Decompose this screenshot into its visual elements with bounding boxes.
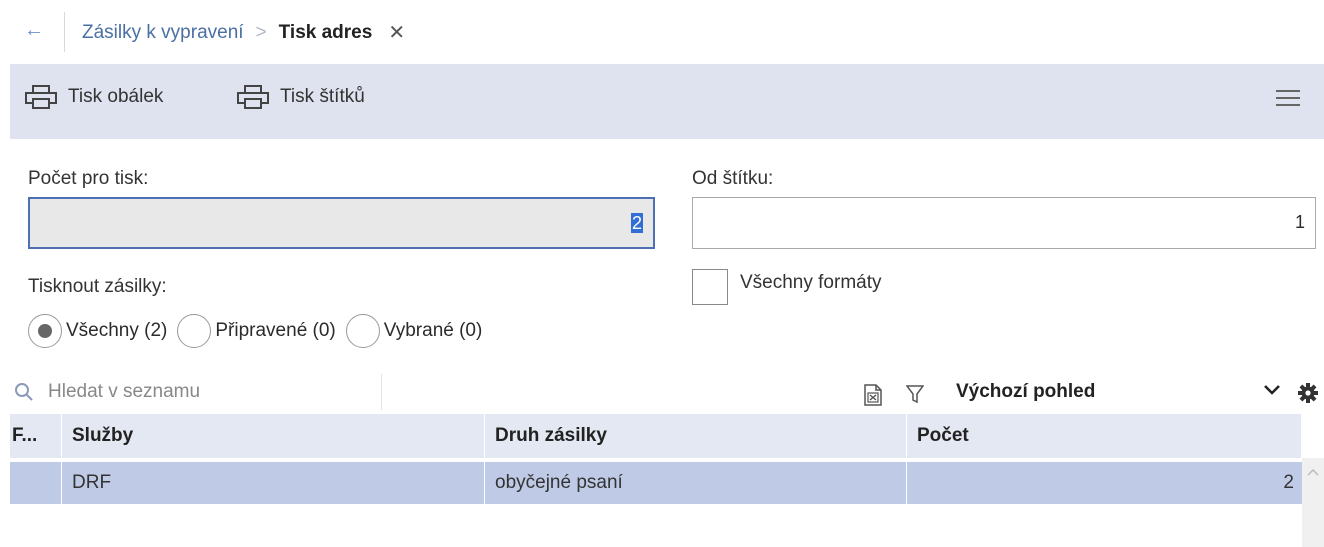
gear-icon[interactable] [1297, 382, 1319, 404]
back-arrow-icon[interactable]: ← [24, 19, 44, 42]
count-value: 2 [630, 213, 643, 233]
search-input[interactable] [48, 381, 348, 403]
scroll-up-icon[interactable] [1307, 468, 1319, 476]
radio-selected[interactable]: Vybrané (0) [345, 314, 483, 348]
column-header-f[interactable]: F... [10, 414, 62, 458]
printer-icon [25, 85, 57, 109]
radio-selected-label: Vybrané (0) [383, 320, 483, 341]
search-box [10, 374, 382, 410]
from-label-input[interactable]: 1 [692, 197, 1316, 249]
cell-f [10, 462, 62, 504]
from-label-value: 1 [1294, 212, 1305, 232]
filter-icon[interactable] [906, 384, 924, 404]
hamburger-menu-icon[interactable] [1276, 88, 1300, 108]
grid-header: F... Služby Druh zásilky Počet [10, 414, 1302, 458]
radio-prepared-label: Připravené (0) [215, 320, 336, 341]
cell-count: 2 [1283, 472, 1294, 493]
breadcrumb-bar: ← Zásilky k vypravení > Tisk adres ✕ [0, 0, 1324, 64]
radio-prepared[interactable]: Připravené (0) [177, 314, 336, 348]
column-header-count[interactable]: Počet [907, 414, 1302, 458]
radio-selected-circle[interactable] [345, 314, 380, 348]
breadcrumb: Zásilky k vypravení > Tisk adres ✕ [82, 20, 405, 45]
column-header-shipment-type[interactable]: Druh zásilky [485, 414, 907, 458]
table-row[interactable]: DRF obyčejné psaní 2 [10, 462, 1302, 504]
print-envelopes-button[interactable]: Tisk obálek [24, 84, 163, 110]
breadcrumb-separator: > [255, 21, 267, 43]
printer-icon [237, 85, 269, 109]
breadcrumb-divider [64, 12, 65, 52]
print-envelopes-label: Tisk obálek [68, 86, 164, 107]
radio-all[interactable]: Všechny (2) [28, 314, 167, 348]
all-formats-label: Všechny formáty [740, 272, 882, 293]
from-label-label: Od štítku: [692, 168, 774, 189]
toolbar: Tisk obálek Tisk štítků [10, 64, 1324, 139]
page-title: Tisk adres [278, 21, 373, 43]
print-items-radio-group: Všechny (2) Připravené (0) Vybrané (0) [28, 313, 492, 349]
view-select[interactable]: Výchozí pohled [942, 372, 1290, 412]
count-label: Počet pro tisk: [28, 168, 149, 189]
print-labels-label: Tisk štítků [280, 86, 365, 107]
cell-services: DRF [62, 462, 485, 504]
close-icon[interactable]: ✕ [388, 20, 405, 45]
radio-all-circle[interactable] [28, 314, 62, 348]
cell-shipment-type: obyčejné psaní [485, 462, 907, 504]
radio-prepared-circle[interactable] [177, 314, 212, 348]
breadcrumb-parent-link[interactable]: Zásilky k vypravení [82, 22, 244, 44]
search-icon [15, 383, 33, 401]
all-formats-checkbox[interactable] [692, 269, 728, 305]
view-select-value: Výchozí pohled [956, 381, 1096, 402]
chevron-down-icon [1264, 385, 1280, 395]
radio-all-label: Všechny (2) [66, 320, 168, 341]
print-labels-button[interactable]: Tisk štítků [236, 84, 365, 110]
column-header-services[interactable]: Služby [62, 414, 485, 458]
print-items-label: Tisknout zásilky: [28, 276, 167, 297]
count-input[interactable]: 2 [28, 197, 655, 249]
excel-export-icon[interactable] [863, 384, 883, 406]
